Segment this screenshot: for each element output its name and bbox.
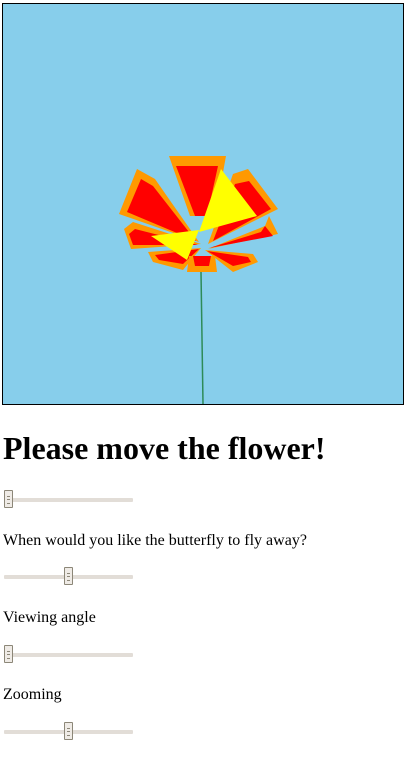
petal-inner (193, 256, 211, 266)
viewing-angle-label: Viewing angle (3, 609, 96, 626)
flower-canvas (2, 3, 404, 405)
butterfly-slider[interactable] (4, 566, 133, 588)
slider-thumb[interactable] (4, 645, 13, 663)
move-flower-slider[interactable] (4, 489, 133, 511)
slider-thumb[interactable] (63, 722, 73, 740)
flower-stem (200, 271, 204, 404)
slider-track (4, 498, 133, 502)
butterfly-label: When would you like the butterfly to fly… (3, 532, 307, 549)
slider-thumb[interactable] (4, 490, 13, 508)
page-title: Please move the flower! (3, 430, 326, 466)
viewing-angle-slider[interactable] (4, 644, 133, 666)
slider-thumb[interactable] (63, 567, 73, 585)
flower-scene (119, 156, 278, 404)
zooming-label: Zooming (3, 686, 62, 703)
zooming-slider[interactable] (4, 721, 133, 743)
slider-track (4, 653, 133, 657)
